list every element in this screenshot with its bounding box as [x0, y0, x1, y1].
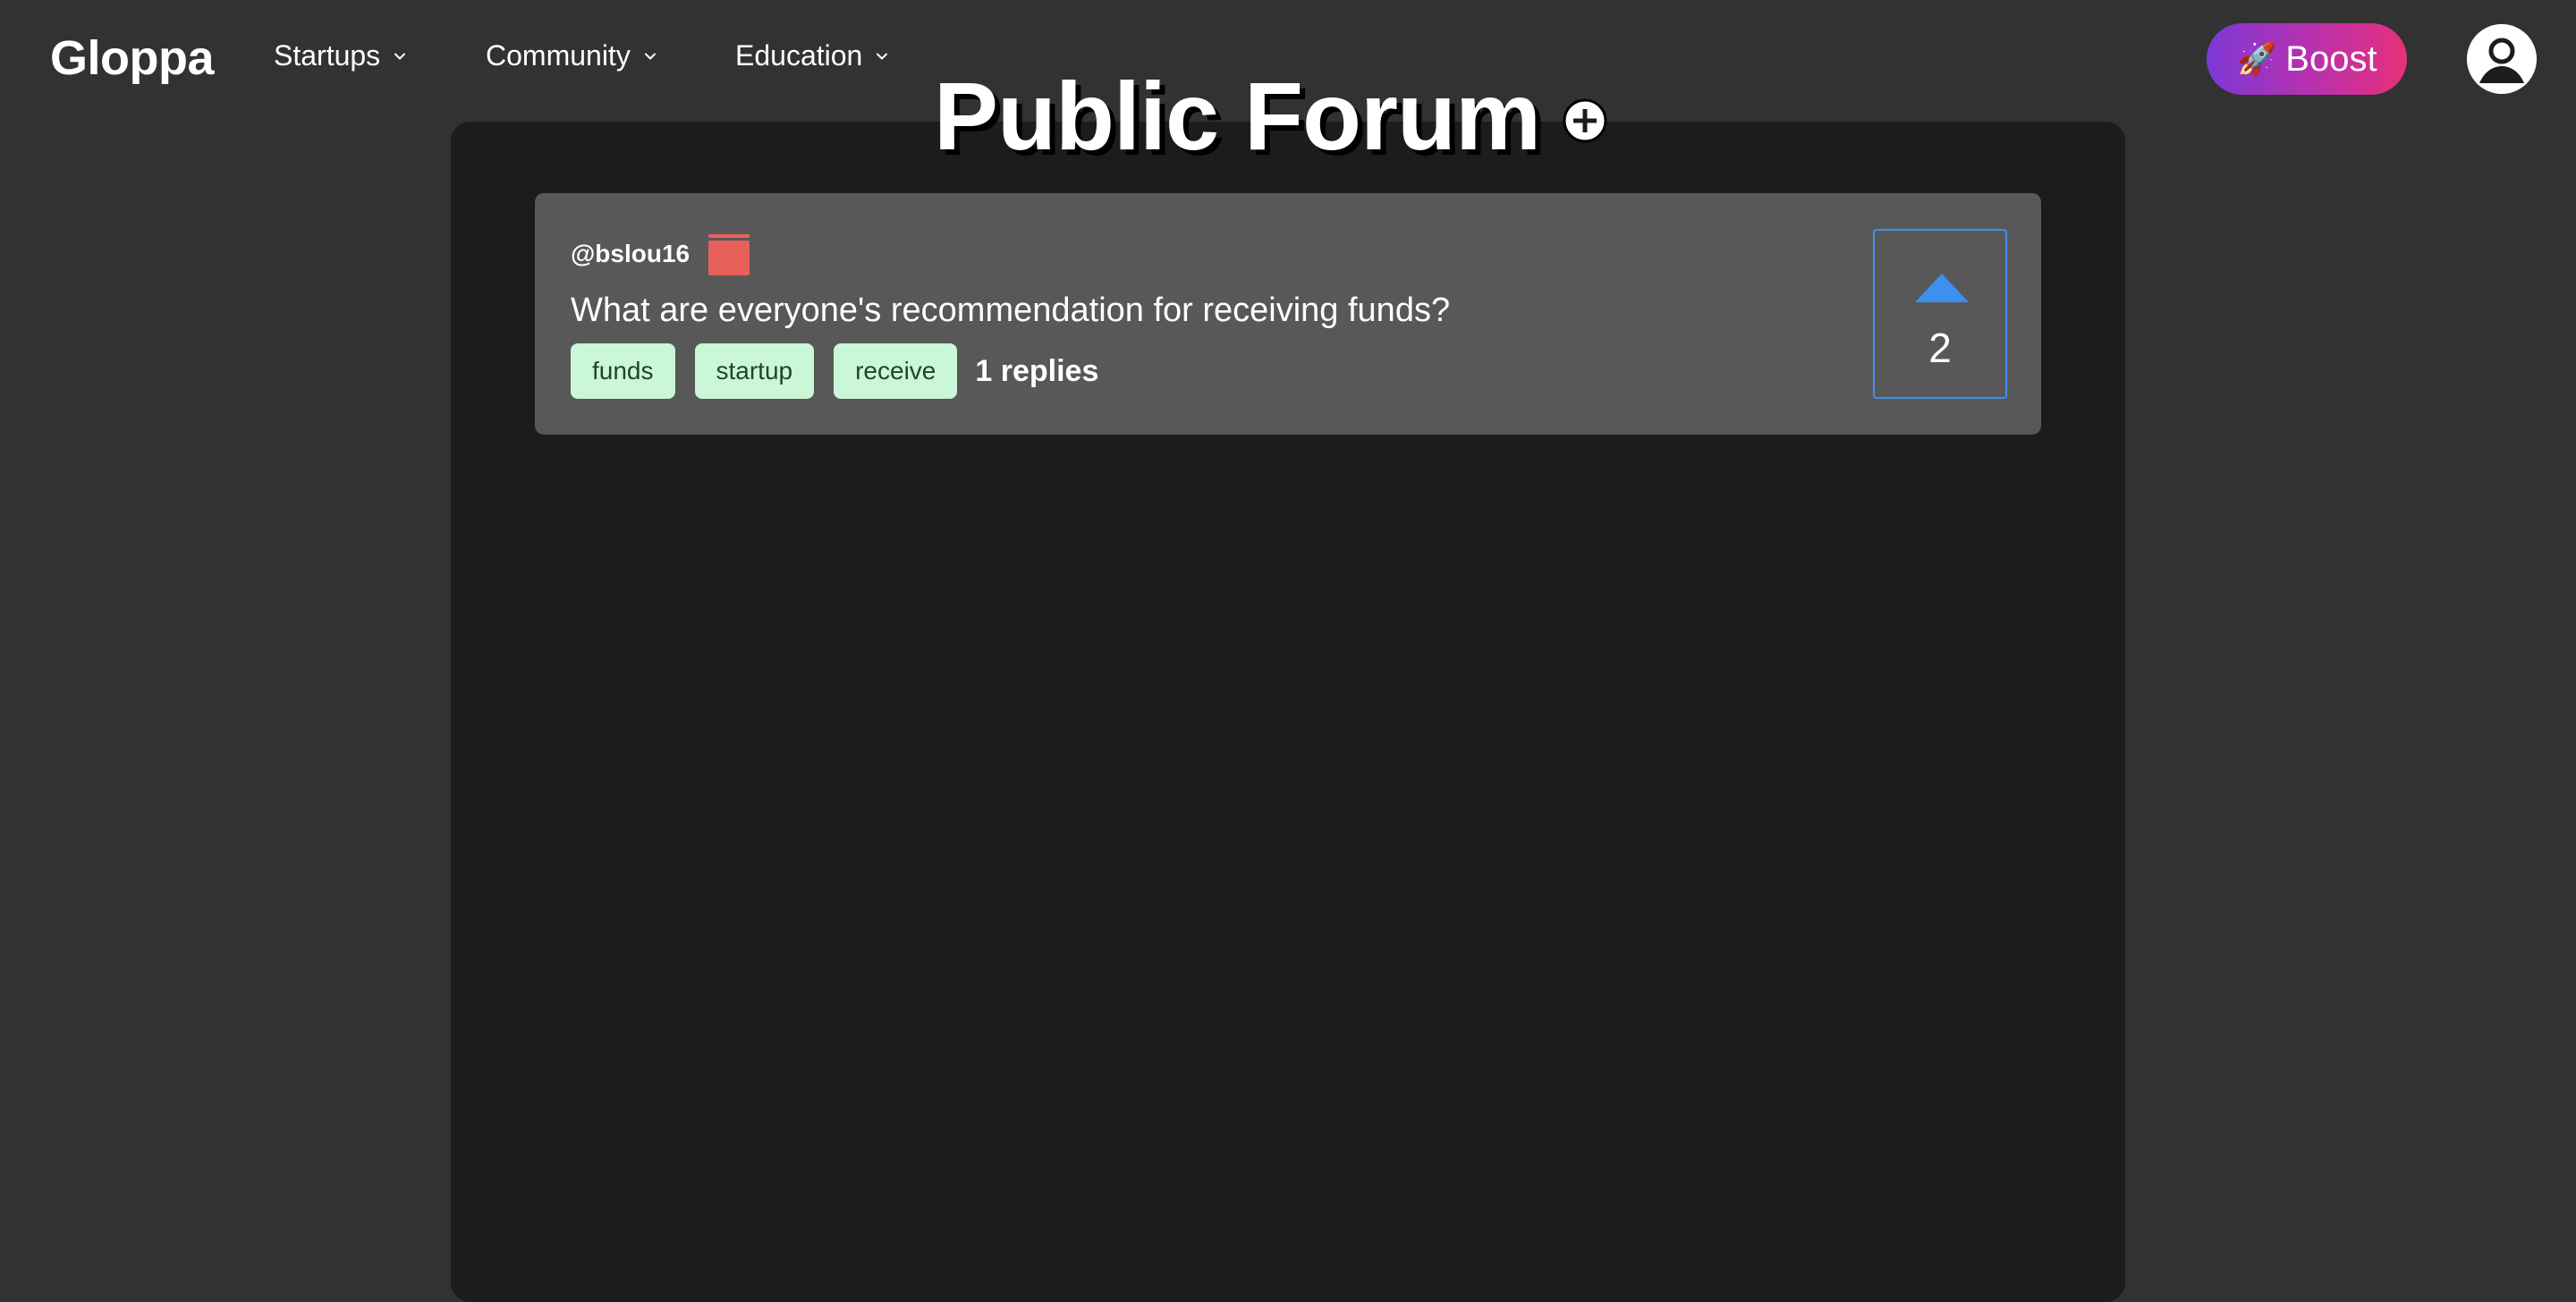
user-silhouette-icon	[2467, 24, 2537, 94]
chevron-down-icon	[644, 53, 656, 59]
replies-count[interactable]: 1 replies	[975, 354, 1098, 389]
tag-chip[interactable]: receive	[834, 343, 958, 399]
boost-button[interactable]: 🚀 Boost	[2207, 23, 2407, 95]
nav-education-label: Education	[735, 39, 863, 72]
vote-count: 2	[1928, 325, 1952, 371]
chevron-down-icon	[877, 53, 888, 59]
tag-chip[interactable]: startup	[694, 343, 815, 399]
nav-education[interactable]: Education	[735, 39, 889, 72]
brand-logo[interactable]: Gloppa	[50, 30, 215, 86]
plus-circle-icon[interactable]	[1562, 97, 1608, 144]
page-title: Public Forum	[934, 62, 1541, 170]
forum-post-card[interactable]: @bslou16 What are everyone's recommendat…	[535, 193, 2041, 435]
post-tags: funds startup receive 1 replies	[571, 343, 1098, 399]
nav-startups-label: Startups	[274, 39, 381, 72]
vote-box: 2	[1873, 229, 2007, 399]
nav-startups[interactable]: Startups	[274, 39, 407, 72]
post-author[interactable]: @bslou16	[571, 240, 690, 268]
post-question[interactable]: What are everyone's recommendation for r…	[571, 292, 1450, 330]
chevron-down-icon	[394, 53, 406, 59]
nav-community-label: Community	[486, 39, 631, 72]
triangle-up-icon[interactable]	[1913, 272, 1970, 304]
rocket-icon: 🚀	[2236, 40, 2277, 77]
boost-label: Boost	[2285, 38, 2377, 79]
user-avatar-icon[interactable]	[2467, 24, 2537, 94]
trash-icon[interactable]	[705, 232, 753, 277]
tag-chip[interactable]: funds	[571, 343, 675, 399]
nav-community[interactable]: Community	[486, 39, 657, 72]
